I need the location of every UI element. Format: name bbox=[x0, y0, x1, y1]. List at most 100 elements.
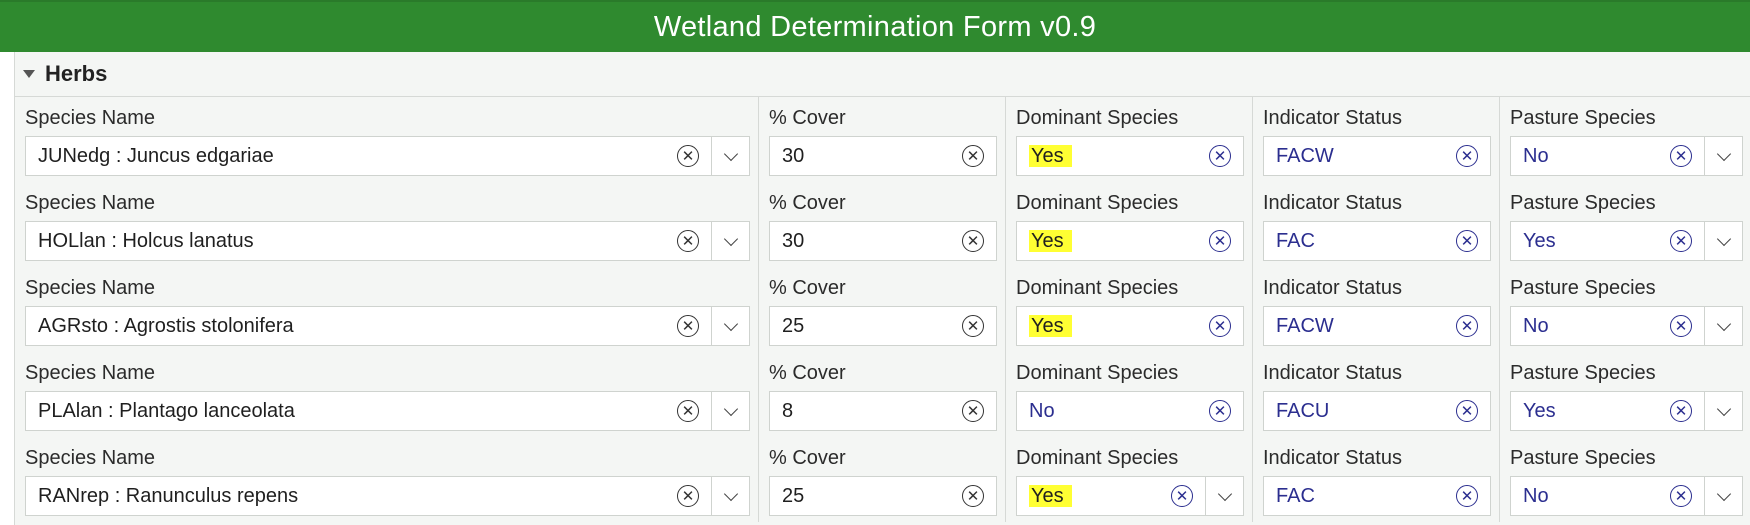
chevron-down-icon bbox=[1716, 401, 1731, 416]
clear-icon[interactable]: ✕ bbox=[1670, 230, 1692, 252]
table-row: Species Name RANrep : Ranunculus repens … bbox=[15, 436, 1750, 522]
pasture-value[interactable]: Yes bbox=[1511, 230, 1670, 253]
species-name-cell: Species Name PLAlan : Plantago lanceolat… bbox=[15, 352, 759, 437]
dominant-field[interactable]: Yes ✕ bbox=[1016, 136, 1244, 176]
clear-icon[interactable]: ✕ bbox=[1209, 400, 1231, 422]
clear-icon[interactable]: ✕ bbox=[1670, 485, 1692, 507]
species-name-field[interactable]: RANrep : Ranunculus repens ✕ bbox=[25, 476, 750, 516]
pasture-field[interactable]: Yes ✕ bbox=[1510, 391, 1743, 431]
indicator-label: Indicator Status bbox=[1263, 107, 1402, 129]
pasture-field[interactable]: Yes ✕ bbox=[1510, 221, 1743, 261]
dominant-value[interactable]: Yes bbox=[1017, 229, 1209, 253]
cover-label: % Cover bbox=[769, 447, 846, 469]
dominant-field[interactable]: Yes ✕ bbox=[1016, 221, 1244, 261]
pasture-value[interactable]: No bbox=[1511, 315, 1670, 338]
dropdown-button[interactable] bbox=[1704, 222, 1742, 260]
cover-value[interactable]: 25 bbox=[770, 485, 962, 508]
pasture-field[interactable]: No ✕ bbox=[1510, 306, 1743, 346]
pasture-field[interactable]: No ✕ bbox=[1510, 476, 1743, 516]
species-name-value[interactable]: HOLlan : Holcus lanatus bbox=[26, 230, 677, 253]
clear-icon[interactable]: ✕ bbox=[1456, 315, 1478, 337]
cover-value[interactable]: 30 bbox=[770, 230, 962, 253]
species-name-field[interactable]: PLAlan : Plantago lanceolata ✕ bbox=[25, 391, 750, 431]
pasture-value[interactable]: No bbox=[1511, 485, 1670, 508]
species-name-field[interactable]: AGRsto : Agrostis stolonifera ✕ bbox=[25, 306, 750, 346]
dropdown-button[interactable] bbox=[1205, 477, 1243, 515]
caret-down-icon[interactable] bbox=[23, 70, 35, 78]
species-name-cell: Species Name HOLlan : Holcus lanatus ✕ bbox=[15, 182, 759, 267]
pasture-value[interactable]: No bbox=[1511, 145, 1670, 168]
clear-icon[interactable]: ✕ bbox=[1670, 145, 1692, 167]
clear-icon[interactable]: ✕ bbox=[962, 230, 984, 252]
cover-field[interactable]: 25 ✕ bbox=[769, 306, 997, 346]
clear-icon[interactable]: ✕ bbox=[677, 400, 699, 422]
dropdown-button[interactable] bbox=[1704, 477, 1742, 515]
clear-icon[interactable]: ✕ bbox=[677, 485, 699, 507]
cover-value[interactable]: 30 bbox=[770, 145, 962, 168]
species-name-value[interactable]: JUNedg : Juncus edgariae bbox=[26, 145, 677, 168]
dropdown-button[interactable] bbox=[711, 137, 749, 175]
indicator-value[interactable]: FAC bbox=[1264, 485, 1456, 508]
herbs-group-header[interactable]: Herbs bbox=[15, 52, 1750, 96]
clear-icon[interactable]: ✕ bbox=[1209, 145, 1231, 167]
clear-icon[interactable]: ✕ bbox=[962, 145, 984, 167]
indicator-value[interactable]: FACW bbox=[1264, 145, 1456, 168]
dominant-value[interactable]: Yes bbox=[1017, 484, 1171, 508]
clear-icon[interactable]: ✕ bbox=[677, 315, 699, 337]
dominant-value[interactable]: Yes bbox=[1017, 314, 1209, 338]
indicator-field[interactable]: FAC ✕ bbox=[1263, 476, 1491, 516]
indicator-label: Indicator Status bbox=[1263, 362, 1402, 384]
pasture-cell: Pasture Species Yes ✕ bbox=[1500, 352, 1750, 437]
dominant-value[interactable]: Yes bbox=[1017, 144, 1209, 168]
dropdown-button[interactable] bbox=[1704, 392, 1742, 430]
species-name-value[interactable]: AGRsto : Agrostis stolonifera bbox=[26, 315, 677, 338]
cover-field[interactable]: 30 ✕ bbox=[769, 136, 997, 176]
dominant-cell: Dominant Species Yes ✕ bbox=[1006, 437, 1253, 522]
species-name-value[interactable]: PLAlan : Plantago lanceolata bbox=[26, 400, 677, 423]
clear-icon[interactable]: ✕ bbox=[1456, 400, 1478, 422]
dropdown-button[interactable] bbox=[1704, 137, 1742, 175]
indicator-field[interactable]: FACW ✕ bbox=[1263, 136, 1491, 176]
dropdown-button[interactable] bbox=[711, 392, 749, 430]
chevron-down-icon bbox=[1716, 316, 1731, 331]
dropdown-button[interactable] bbox=[711, 477, 749, 515]
dominant-field[interactable]: Yes ✕ bbox=[1016, 476, 1244, 516]
cover-field[interactable]: 8 ✕ bbox=[769, 391, 997, 431]
indicator-value[interactable]: FAC bbox=[1264, 230, 1456, 253]
dominant-value[interactable]: No bbox=[1017, 400, 1209, 423]
clear-icon[interactable]: ✕ bbox=[677, 230, 699, 252]
dropdown-button[interactable] bbox=[1704, 307, 1742, 345]
pasture-field[interactable]: No ✕ bbox=[1510, 136, 1743, 176]
clear-icon[interactable]: ✕ bbox=[1171, 485, 1193, 507]
species-name-field[interactable]: HOLlan : Holcus lanatus ✕ bbox=[25, 221, 750, 261]
clear-icon[interactable]: ✕ bbox=[1670, 400, 1692, 422]
cover-field[interactable]: 30 ✕ bbox=[769, 221, 997, 261]
dropdown-button[interactable] bbox=[711, 307, 749, 345]
pasture-label: Pasture Species bbox=[1510, 107, 1656, 129]
clear-icon[interactable]: ✕ bbox=[1209, 315, 1231, 337]
indicator-field[interactable]: FAC ✕ bbox=[1263, 221, 1491, 261]
pasture-value[interactable]: Yes bbox=[1511, 400, 1670, 423]
clear-icon[interactable]: ✕ bbox=[677, 145, 699, 167]
species-name-field[interactable]: JUNedg : Juncus edgariae ✕ bbox=[25, 136, 750, 176]
clear-icon[interactable]: ✕ bbox=[1209, 230, 1231, 252]
species-name-value[interactable]: RANrep : Ranunculus repens bbox=[26, 485, 677, 508]
indicator-value[interactable]: FACW bbox=[1264, 315, 1456, 338]
clear-icon[interactable]: ✕ bbox=[962, 485, 984, 507]
clear-icon[interactable]: ✕ bbox=[1456, 145, 1478, 167]
clear-icon[interactable]: ✕ bbox=[962, 400, 984, 422]
dominant-field[interactable]: Yes ✕ bbox=[1016, 306, 1244, 346]
dropdown-button[interactable] bbox=[711, 222, 749, 260]
indicator-value[interactable]: FACU bbox=[1264, 400, 1456, 423]
clear-icon[interactable]: ✕ bbox=[1456, 485, 1478, 507]
indicator-field[interactable]: FACW ✕ bbox=[1263, 306, 1491, 346]
dominant-text: Yes bbox=[1029, 484, 1072, 507]
cover-value[interactable]: 8 bbox=[770, 400, 962, 423]
dominant-field[interactable]: No ✕ bbox=[1016, 391, 1244, 431]
clear-icon[interactable]: ✕ bbox=[1456, 230, 1478, 252]
indicator-field[interactable]: FACU ✕ bbox=[1263, 391, 1491, 431]
clear-icon[interactable]: ✕ bbox=[962, 315, 984, 337]
clear-icon[interactable]: ✕ bbox=[1670, 315, 1692, 337]
cover-value[interactable]: 25 bbox=[770, 315, 962, 338]
cover-field[interactable]: 25 ✕ bbox=[769, 476, 997, 516]
